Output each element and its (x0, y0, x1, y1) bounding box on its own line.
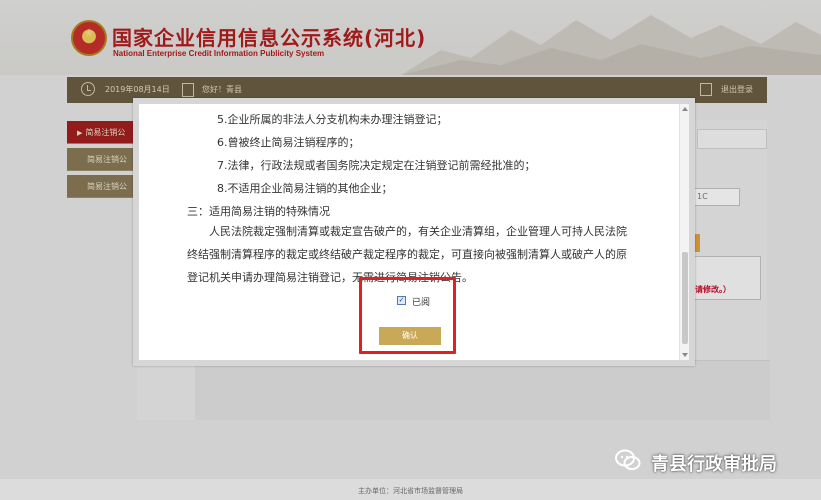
footer-text: 主办单位：河北省市场监督管理局 (358, 487, 463, 495)
notice-line: 5.企业所属的非法人分支机构未办理注销登记； (217, 113, 448, 126)
highlight-annotation-box (359, 277, 456, 354)
notice-line: 8.不适用企业简易注销的其他企业； (217, 182, 393, 195)
wechat-icon (615, 449, 641, 470)
notice-line: 6.曾被终止简易注销程序的； (217, 136, 360, 149)
notice-line: 7.法律，行政法规或者国务院决定规定在注销登记前需经批准的； (217, 159, 536, 172)
scroll-up-arrow-icon[interactable] (682, 107, 688, 111)
modal-scrollbar[interactable] (679, 104, 689, 360)
scroll-thumb[interactable] (682, 252, 688, 344)
watermark-text: 青县行政审批局 (651, 454, 777, 475)
notice-section-heading: 三：适用简易注销的特殊情况 (187, 205, 330, 218)
scroll-down-arrow-icon[interactable] (682, 353, 688, 357)
site-footer: 主办单位：河北省市场监督管理局 (0, 479, 821, 500)
